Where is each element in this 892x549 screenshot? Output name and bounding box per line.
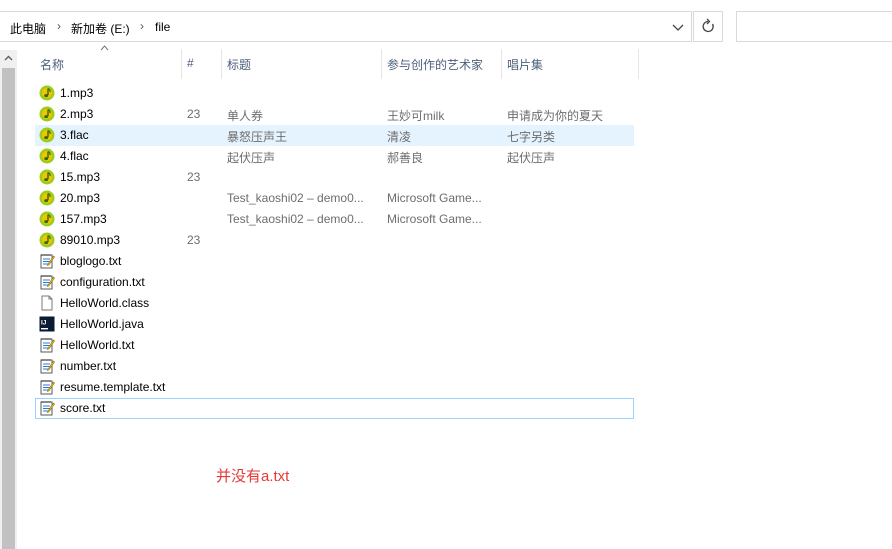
file-row[interactable]: 15.mp3 23 (35, 167, 634, 188)
file-name: resume.template.txt (60, 380, 166, 394)
file-artist: 清凌 (387, 130, 412, 144)
column-title[interactable]: 标题 (222, 49, 382, 79)
file-row[interactable]: IJ HelloWorld.java (35, 314, 634, 335)
chevron-down-icon[interactable] (668, 18, 688, 36)
file-name: configuration.txt (60, 275, 145, 289)
notepad-icon (39, 253, 55, 269)
file-row[interactable]: 157.mp3 Test_kaoshi02 – demo0... Microsoft… (35, 209, 634, 230)
file-title: Test_kaoshi02 – demo0... (227, 212, 364, 226)
file-name: score.txt (60, 401, 106, 415)
notepad-icon (39, 337, 55, 353)
file-row[interactable]: 2.mp3 23 单人券 王妙可milk 申请成为你的夏天 (35, 104, 634, 125)
file-row[interactable]: configuration.txt (35, 272, 634, 293)
file-name: bloglogo.txt (60, 254, 122, 268)
svg-text:IJ: IJ (41, 320, 47, 327)
file-name: HelloWorld.java (60, 317, 144, 331)
file-name: 1.mp3 (60, 86, 94, 100)
scroll-up-icon[interactable] (0, 50, 17, 67)
breadcrumb-separator-icon[interactable]: › (140, 19, 144, 33)
file-title: 暴怒压声王 (227, 130, 288, 144)
music-note-icon (39, 85, 55, 101)
annotation-text: 并没有a.txt (216, 468, 290, 485)
column-header: 名称 # 标题 参与创作的艺术家 唱片集 (35, 49, 639, 79)
file-album: 申请成为你的夏天 (507, 109, 604, 123)
address-bar[interactable]: 此电脑 › 新加卷 (E:) › file (0, 11, 692, 42)
file-row[interactable]: bloglogo.txt (35, 251, 634, 272)
file-title: Test_kaoshi02 – demo0... (227, 191, 364, 205)
file-album: 起伏压声 (507, 151, 556, 165)
breadcrumb-separator-icon[interactable]: › (57, 19, 61, 33)
music-note-icon (39, 148, 55, 164)
column-artist[interactable]: 参与创作的艺术家 (382, 49, 502, 79)
column-number[interactable]: # (182, 49, 222, 79)
music-note-icon (39, 169, 55, 185)
refresh-button[interactable] (693, 11, 723, 42)
blank-file-icon (39, 295, 55, 311)
file-artist: Microsoft Game... (387, 191, 482, 205)
file-row[interactable]: score.txt (35, 398, 634, 419)
file-row[interactable]: number.txt (35, 356, 634, 377)
file-name: HelloWorld.txt (60, 338, 135, 352)
file-name: 20.mp3 (60, 191, 101, 205)
music-note-icon (39, 211, 55, 227)
breadcrumb-drive-e[interactable]: 新加卷 (E:) (71, 20, 130, 37)
file-track-number: 23 (187, 107, 201, 121)
file-artist: 郝善良 (387, 151, 424, 165)
file-artist: Microsoft Game... (387, 212, 482, 226)
notepad-icon (39, 358, 55, 374)
vertical-scrollbar[interactable] (0, 50, 17, 549)
music-note-icon (39, 127, 55, 143)
notepad-icon (39, 379, 55, 395)
intellij-icon: IJ (39, 316, 55, 332)
file-album: 七字另类 (507, 130, 556, 144)
breadcrumb-this-pc[interactable]: 此电脑 (10, 20, 46, 37)
file-list: 1.mp3 2.mp3 23 单人券 王妙可milk 申请成为你的夏天 3.flac 暴怒压声… (35, 83, 634, 419)
file-name: 4.flac (60, 149, 89, 163)
file-name: 157.mp3 (60, 212, 107, 226)
file-name: 3.flac (60, 128, 89, 142)
music-note-icon (39, 190, 55, 206)
notepad-icon (39, 274, 55, 290)
file-row[interactable]: 20.mp3 Test_kaoshi02 – demo0... Microsoft … (35, 188, 634, 209)
file-row[interactable]: 4.flac 起伏压声 郝善良 起伏压声 (35, 146, 634, 167)
file-row[interactable]: HelloWorld.class (35, 293, 634, 314)
file-name: HelloWorld.class (60, 296, 150, 310)
file-row[interactable]: resume.template.txt (35, 377, 634, 398)
file-track-number: 23 (187, 170, 201, 184)
column-album[interactable]: 唱片集 (502, 49, 639, 79)
column-name[interactable]: 名称 (35, 49, 182, 79)
file-row[interactable]: 1.mp3 (35, 83, 634, 104)
breadcrumb-folder-file[interactable]: file (155, 20, 170, 34)
file-row[interactable]: HelloWorld.txt (35, 335, 634, 356)
music-note-icon (39, 106, 55, 122)
file-row[interactable]: 3.flac 暴怒压声王 清凌 七字另类 (35, 125, 634, 146)
file-row[interactable]: 89010.mp3 23 (35, 230, 634, 251)
file-track-number: 23 (187, 233, 201, 247)
file-artist: 王妙可milk (387, 109, 445, 123)
search-input[interactable] (736, 11, 892, 42)
scrollbar-thumb[interactable] (2, 68, 15, 549)
file-name: number.txt (60, 359, 117, 373)
file-title: 单人券 (227, 109, 264, 123)
notepad-icon (39, 400, 55, 416)
refresh-icon (702, 18, 714, 33)
file-title: 起伏压声 (227, 151, 276, 165)
music-note-icon (39, 232, 55, 248)
